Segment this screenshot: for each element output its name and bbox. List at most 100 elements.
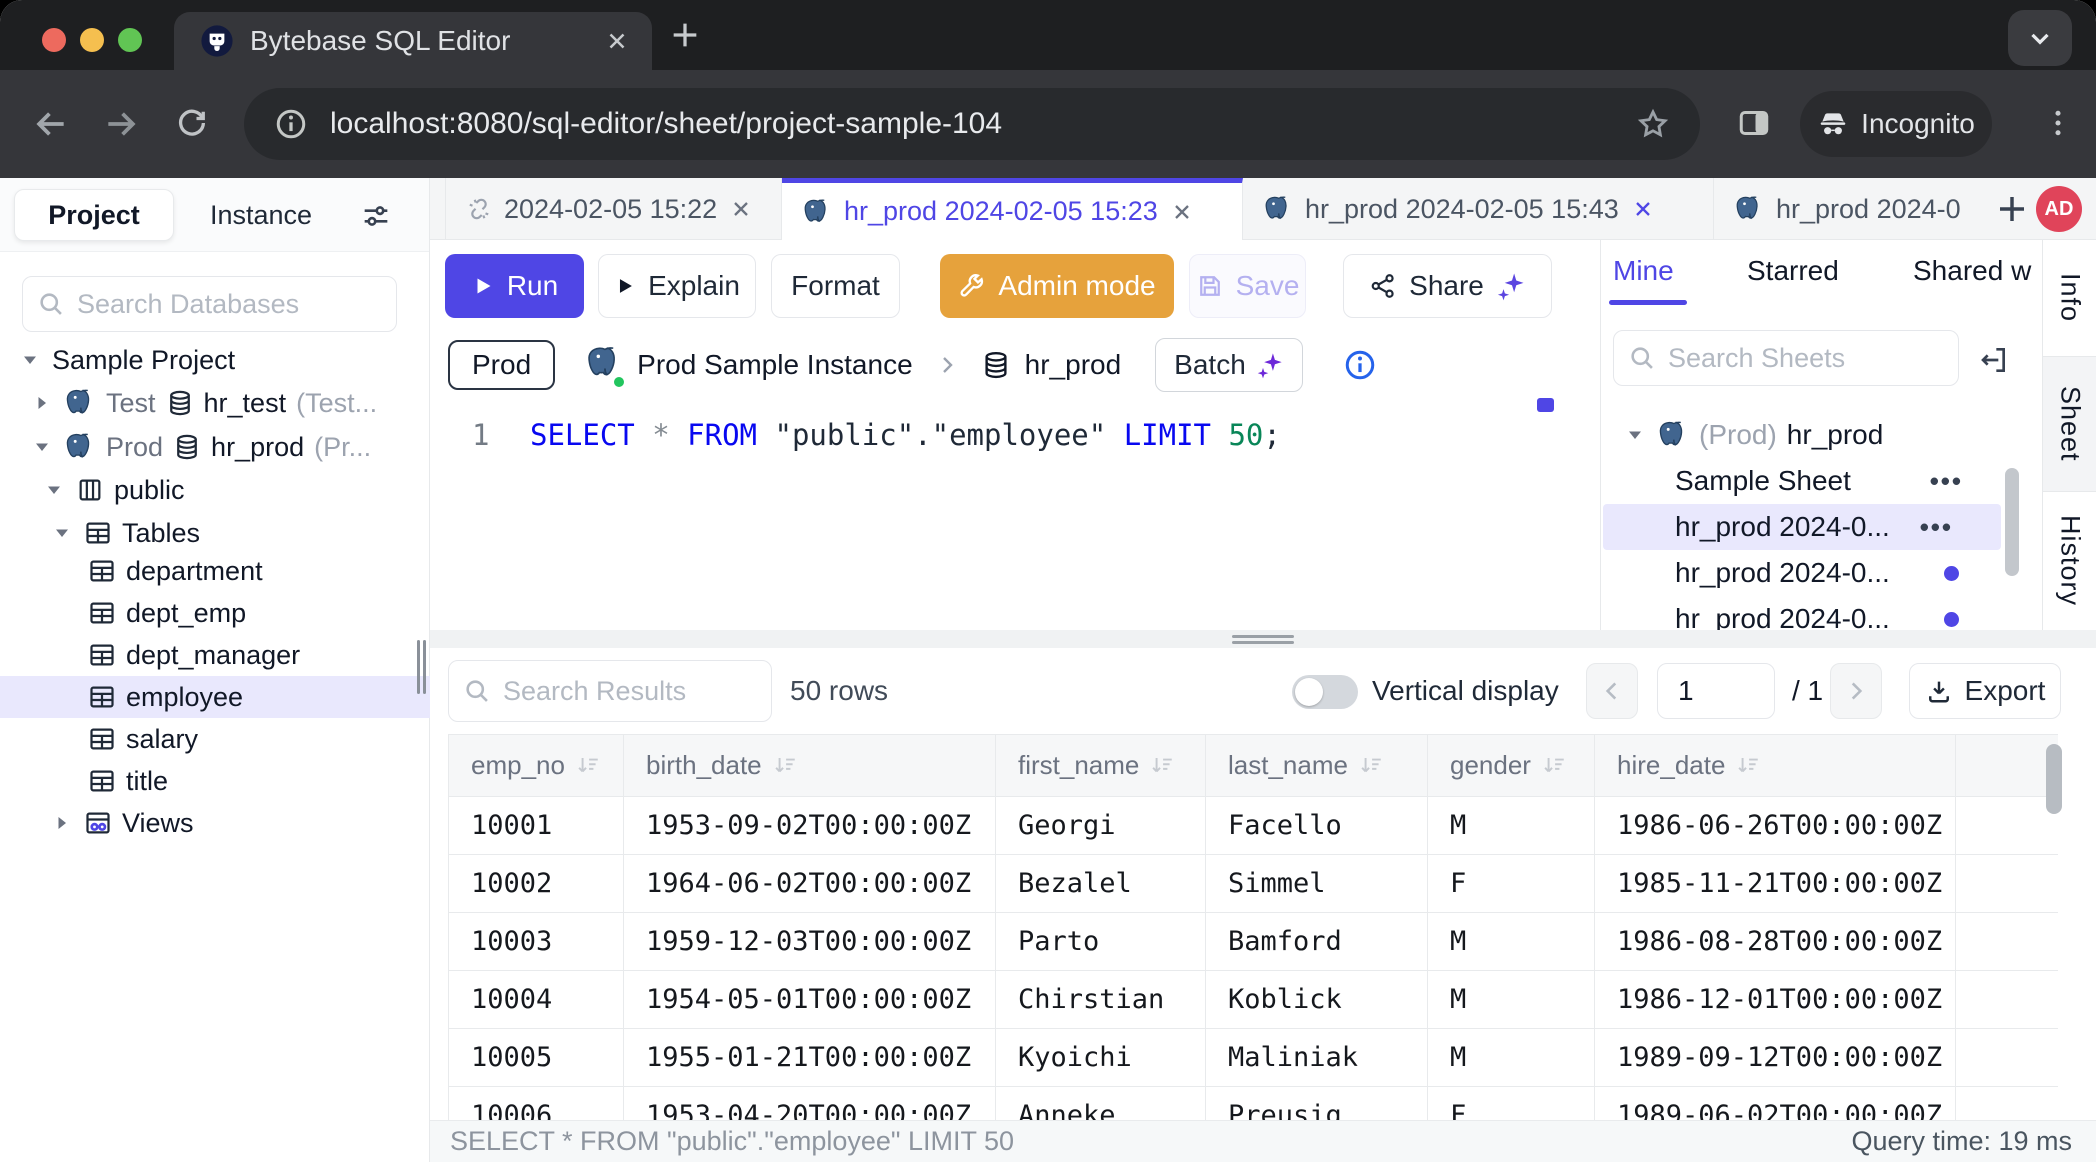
tab-close-icon[interactable] <box>1170 200 1194 224</box>
tab-sheet-active[interactable]: Sheet <box>2043 356 2096 492</box>
tree-item-sample-project[interactable]: Sample Project <box>0 339 430 381</box>
tab-starred[interactable]: Starred <box>1747 240 1839 302</box>
panel-splitter[interactable] <box>430 630 2096 648</box>
tree-item-table-department[interactable]: department <box>0 550 430 592</box>
editor-tab-4[interactable]: hr_prod 2024-0 <box>1714 178 1980 240</box>
grid-row[interactable]: 100041954-05-01T00:00:00ZChirstianKoblic… <box>449 971 2059 1029</box>
tree-item-schema-public[interactable]: public <box>0 469 430 511</box>
sort-icon[interactable] <box>1149 752 1175 778</box>
sort-icon[interactable] <box>1358 752 1384 778</box>
tree-item-views-group[interactable]: Views <box>0 802 430 844</box>
editor-tab-1[interactable]: 2024-02-05 15:22 <box>445 178 782 240</box>
column-header[interactable]: gender <box>1428 735 1595 797</box>
database-name[interactable]: hr_prod <box>1025 349 1122 381</box>
admin-mode-button[interactable]: Admin mode <box>940 254 1174 318</box>
prev-page-button[interactable] <box>1586 663 1638 719</box>
sort-icon[interactable] <box>1541 752 1567 778</box>
page-number-input[interactable] <box>1657 663 1775 719</box>
tab-mine[interactable]: Mine <box>1613 240 1674 302</box>
export-button[interactable]: Export <box>1909 663 2061 719</box>
tree-item-table-dept-manager[interactable]: dept_manager <box>0 634 430 676</box>
sheet-group-hr-prod[interactable]: (Prod) hr_prod <box>1601 412 2011 458</box>
tab-history[interactable]: History <box>2043 492 2096 630</box>
import-sheet-icon[interactable] <box>1977 344 2009 376</box>
tab-project[interactable]: Project <box>14 189 174 241</box>
results-search-input[interactable] <box>503 676 757 707</box>
sql-editor[interactable]: 1 SELECT * FROM "public"."employee" LIMI… <box>430 400 1600 630</box>
tab-close-icon[interactable] <box>729 197 753 221</box>
filter-sliders-icon[interactable] <box>360 200 392 232</box>
tree-item-table-title[interactable]: title <box>0 760 430 802</box>
results-search[interactable] <box>448 660 772 722</box>
caret-down-icon[interactable] <box>50 521 74 545</box>
sort-icon[interactable] <box>575 752 601 778</box>
tab-info[interactable]: Info <box>2043 240 2096 356</box>
grid-row[interactable]: 100061953-04-20T00:00:00ZAnnekePreusigF1… <box>449 1087 2059 1121</box>
column-header[interactable]: birth_date <box>624 735 996 797</box>
tab-search-button[interactable] <box>2008 10 2072 66</box>
sheet-item-selected[interactable]: hr_prod 2024-0... ••• <box>1603 504 2001 550</box>
tree-item-table-employee-selected[interactable]: employee <box>0 676 430 718</box>
sheet-search[interactable] <box>1613 330 1959 386</box>
browser-menu-icon[interactable] <box>2040 105 2076 141</box>
tab-instance[interactable]: Instance <box>196 189 326 241</box>
browser-tab[interactable]: Bytebase SQL Editor <box>174 12 652 70</box>
run-button[interactable]: Run <box>445 254 584 318</box>
sheet-menu-icon[interactable]: ••• <box>1920 512 1953 543</box>
user-avatar[interactable]: AD <box>2036 186 2082 232</box>
database-search[interactable] <box>22 276 397 332</box>
sheet-item-3[interactable]: hr_prod 2024-0... <box>1601 550 2011 596</box>
side-panel-icon[interactable] <box>1736 105 1772 141</box>
caret-down-icon[interactable] <box>1623 423 1647 447</box>
sheets-scrollbar[interactable] <box>2005 468 2019 576</box>
caret-right-icon[interactable] <box>50 811 74 835</box>
grid-row[interactable]: 100051955-01-21T00:00:00ZKyoichiMaliniak… <box>449 1029 2059 1087</box>
sort-icon[interactable] <box>1735 752 1761 778</box>
next-page-button[interactable] <box>1830 663 1882 719</box>
tree-item-test-database[interactable]: Test hr_test (Test... <box>0 382 430 424</box>
share-button[interactable]: Share <box>1343 254 1552 318</box>
tree-item-tables-group[interactable]: Tables <box>0 512 430 554</box>
column-header[interactable]: hire_date <box>1595 735 1956 797</box>
format-button[interactable]: Format <box>771 254 900 318</box>
new-tab-button[interactable] <box>668 18 702 52</box>
url-bar[interactable]: localhost:8080/sql-editor/sheet/project-… <box>244 88 1700 160</box>
grid-row[interactable]: 100021964-06-02T00:00:00ZBezalelSimmelF1… <box>449 855 2059 913</box>
info-icon[interactable] <box>1343 348 1377 382</box>
caret-right-icon[interactable] <box>30 391 54 415</box>
grid-scrollbar[interactable] <box>2046 744 2062 814</box>
close-window-button[interactable] <box>42 28 66 52</box>
instance-name[interactable]: Prod Sample Instance <box>637 349 913 381</box>
editor-tab-2-active[interactable]: hr_prod 2024-02-05 15:23 <box>782 178 1243 240</box>
add-sheet-button[interactable] <box>1994 191 2030 227</box>
explain-button[interactable]: Explain <box>598 254 756 318</box>
tab-shared-with-me[interactable]: Shared w <box>1913 240 2031 302</box>
forward-button[interactable] <box>102 105 140 143</box>
caret-down-icon[interactable] <box>18 348 42 372</box>
editor-tab-3[interactable]: hr_prod 2024-02-05 15:43 <box>1243 178 1714 240</box>
grid-row[interactable]: 100011953-09-02T00:00:00ZGeorgiFacelloM1… <box>449 797 2059 855</box>
sheet-search-input[interactable] <box>1668 343 1944 374</box>
tree-item-table-salary[interactable]: salary <box>0 718 430 760</box>
tree-item-prod-database[interactable]: Prod hr_prod (Pr... <box>0 426 430 468</box>
batch-button[interactable]: Batch <box>1155 338 1303 392</box>
reload-button[interactable] <box>174 105 210 141</box>
maximize-window-button[interactable] <box>118 28 142 52</box>
sidebar-resize-handle[interactable] <box>417 640 427 694</box>
back-button[interactable] <box>32 105 70 143</box>
caret-down-icon[interactable] <box>30 435 54 459</box>
sheet-item-4[interactable]: hr_prod 2024-0... <box>1601 596 2011 630</box>
column-header[interactable]: emp_no <box>449 735 624 797</box>
tree-item-table-dept-emp[interactable]: dept_emp <box>0 592 430 634</box>
sheet-item-sample-sheet[interactable]: Sample Sheet ••• <box>1601 458 2011 504</box>
vertical-display-toggle[interactable] <box>1292 675 1358 709</box>
column-header[interactable]: first_name <box>996 735 1206 797</box>
tab-close-icon[interactable] <box>1631 197 1655 221</box>
sheet-menu-icon[interactable]: ••• <box>1930 466 1963 497</box>
sort-icon[interactable] <box>772 752 798 778</box>
database-search-input[interactable] <box>77 289 382 320</box>
save-button[interactable]: Save <box>1189 254 1306 318</box>
column-header[interactable]: last_name <box>1206 735 1428 797</box>
minimize-window-button[interactable] <box>80 28 104 52</box>
caret-down-icon[interactable] <box>42 478 66 502</box>
